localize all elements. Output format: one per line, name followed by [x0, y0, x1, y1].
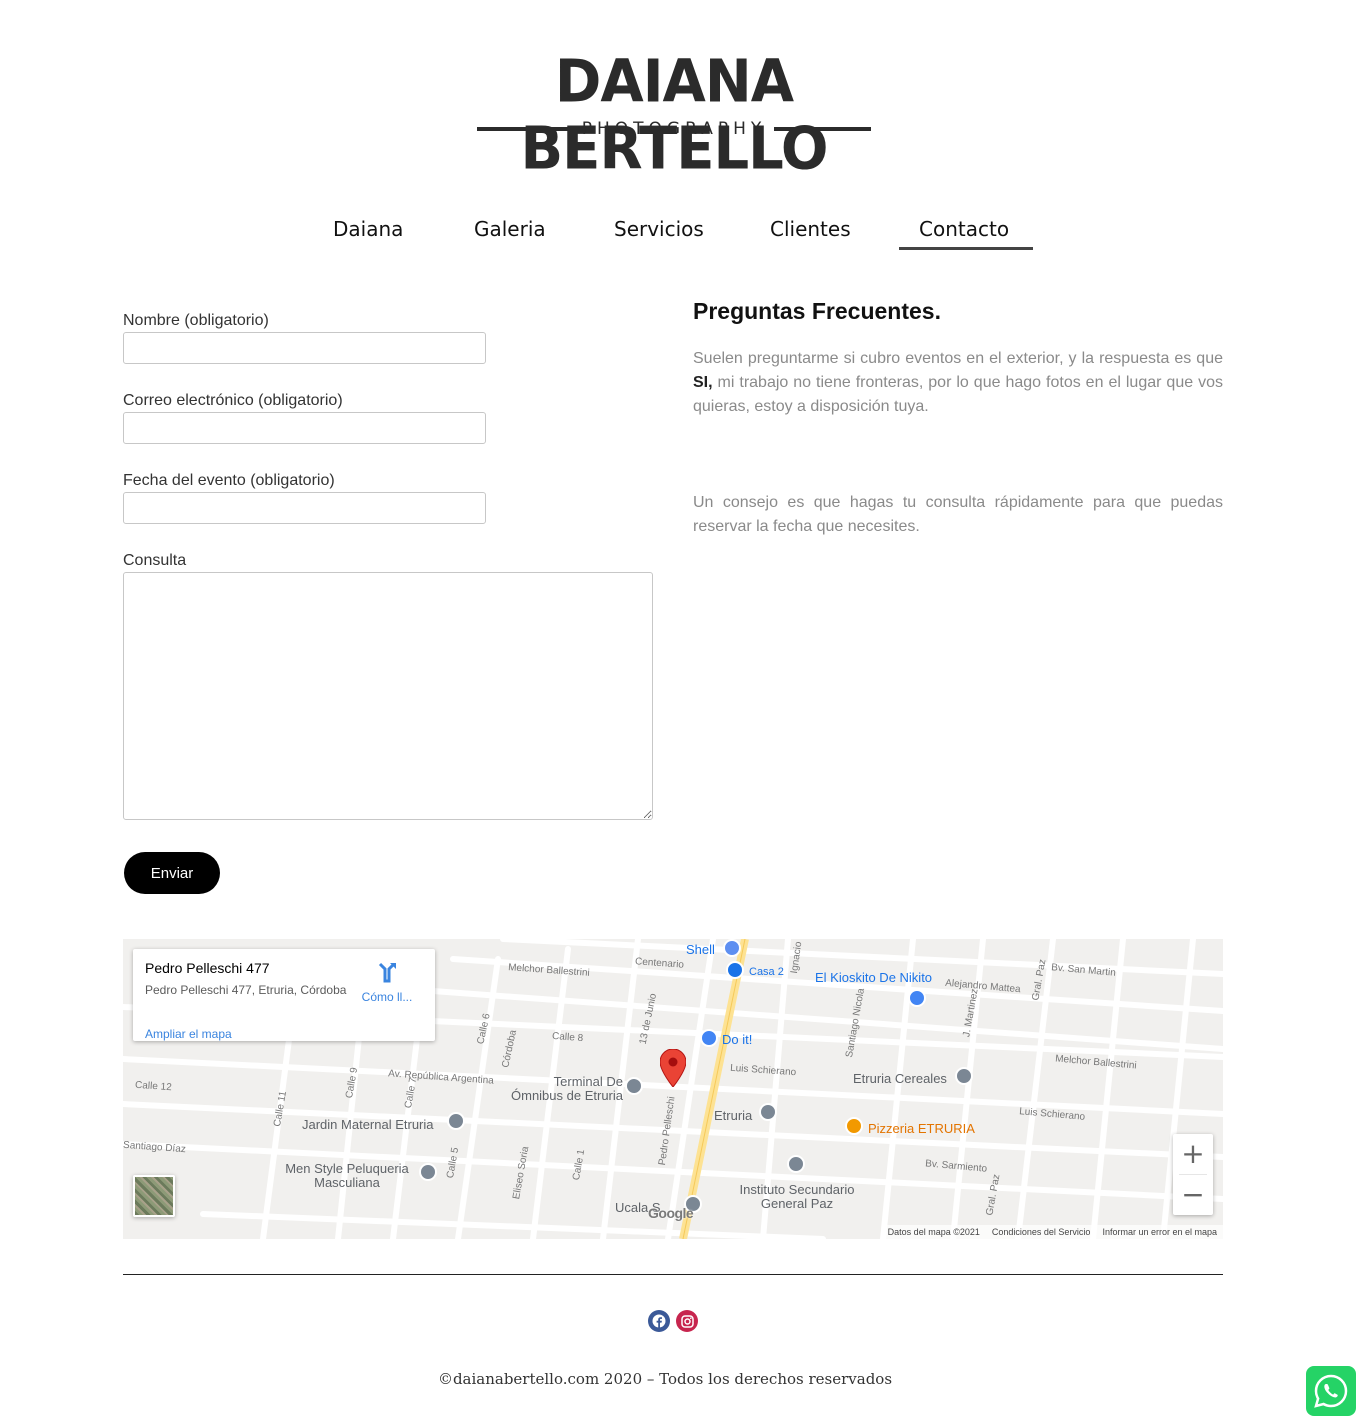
shopping-icon	[700, 1029, 718, 1047]
poi-etruria-cereales[interactable]: Etruria Cereales	[853, 1072, 947, 1086]
poi-el-kioskito[interactable]: El Kioskito De Nikito	[815, 971, 932, 985]
submit-button[interactable]: Enviar	[124, 852, 220, 894]
satellite-toggle[interactable]	[133, 1175, 175, 1217]
directions-button[interactable]: Cómo ll...	[359, 961, 415, 1005]
instagram-button[interactable]	[676, 1310, 698, 1332]
zoom-out-button[interactable]: −	[1173, 1175, 1213, 1215]
bus-icon	[625, 1077, 643, 1095]
logo-tagline-row: PHOTOGRAPHY	[477, 116, 871, 142]
poi-pizzeria[interactable]: Pizzeria ETRURIA	[868, 1122, 975, 1136]
faq-title: Preguntas Frecuentes.	[693, 298, 941, 324]
poi-men-style[interactable]: Men Style Peluqueria Masculiana	[278, 1162, 416, 1190]
message-textarea[interactable]	[123, 572, 653, 820]
faq-p1-text: Suelen preguntarme si cubro eventos en e…	[693, 350, 1223, 367]
fuel-icon	[723, 939, 741, 957]
map-info-card: Pedro Pelleschi 477 Pedro Pelleschi 477,…	[133, 949, 435, 1041]
logo-rule-right	[774, 127, 871, 131]
directions-icon	[378, 962, 396, 983]
poi-instituto[interactable]: Instituto Secundario General Paz	[723, 1183, 871, 1211]
poi-terminal[interactable]: Terminal De Ómnibus de Etruria	[503, 1075, 623, 1103]
whatsapp-icon	[1314, 1374, 1348, 1408]
street-label: Calle 8	[551, 1030, 584, 1045]
directions-label: Cómo ll...	[361, 990, 413, 1004]
site-logo[interactable]: DAIANA BERTELLO PHOTOGRAPHY	[425, 8, 923, 186]
facebook-button[interactable]	[648, 1310, 670, 1332]
message-label: Consulta	[123, 552, 187, 569]
poi-shell[interactable]: Shell	[686, 943, 715, 957]
restaurant-icon	[845, 1117, 863, 1135]
street-label: Calle 12	[134, 1079, 173, 1094]
faq-p1-text-rest: mi trabajo no tiene fronteras, por lo qu…	[693, 374, 1223, 415]
name-field[interactable]	[123, 332, 486, 364]
main-nav: Daiana Galeria Servicios Clientes Contac…	[0, 206, 1366, 256]
nav-item-galeria[interactable]: Galeria	[474, 216, 546, 242]
footer-divider	[123, 1274, 1223, 1275]
nav-item-servicios[interactable]: Servicios	[614, 216, 704, 242]
logo-tagline: PHOTOGRAPHY	[581, 119, 767, 139]
pin-icon	[759, 1103, 777, 1121]
instagram-icon	[680, 1314, 694, 1328]
email-field[interactable]	[123, 412, 486, 444]
event-date-field[interactable]	[123, 492, 486, 524]
terms-link[interactable]: Condiciones del Servicio	[992, 1226, 1091, 1238]
poi-casa-2[interactable]: Casa 2	[749, 965, 784, 979]
nav-item-contacto[interactable]: Contacto	[919, 216, 1009, 242]
pin-icon	[419, 1163, 437, 1181]
map-data-credit: Datos del mapa ©2021	[887, 1227, 980, 1237]
map-attribution: Datos del mapa ©2021 Condiciones del Ser…	[881, 1225, 1223, 1239]
whatsapp-button[interactable]	[1306, 1366, 1356, 1416]
pin-icon	[787, 1155, 805, 1173]
zoom-controls: + −	[1173, 1134, 1213, 1215]
nav-item-clientes[interactable]: Clientes	[770, 216, 851, 242]
logo-rule-left	[477, 127, 574, 131]
event-date-label: Fecha del evento (obligatorio)	[123, 472, 335, 489]
embedded-map[interactable]: Melchor Ballestrini Centenario Bv. San M…	[123, 939, 1223, 1239]
flag-icon	[726, 961, 744, 979]
pin-icon	[955, 1067, 973, 1085]
shopping-icon	[908, 989, 926, 1007]
poi-etruria[interactable]: Etruria	[714, 1109, 752, 1123]
poi-jardin[interactable]: Jardin Maternal Etruria	[302, 1118, 434, 1132]
place-address: Pedro Pelleschi 477, Etruria, Córdoba	[145, 983, 347, 997]
poi-do-it[interactable]: Do it!	[722, 1033, 752, 1047]
faq-paragraph-2: Un consejo es que hagas tu consulta rápi…	[693, 494, 1223, 535]
faq-p1-emphasis: SI,	[693, 374, 713, 391]
location-pin-icon[interactable]	[660, 1049, 686, 1087]
report-error-link[interactable]: Informar un error en el mapa	[1102, 1226, 1217, 1238]
nav-active-indicator	[899, 247, 1033, 250]
email-label: Correo electrónico (obligatorio)	[123, 392, 343, 409]
faq-paragraph-1: Suelen preguntarme si cubro eventos en e…	[693, 347, 1223, 419]
zoom-in-button[interactable]: +	[1173, 1134, 1213, 1174]
expand-map-link[interactable]: Ampliar el mapa	[145, 1027, 232, 1041]
place-title: Pedro Pelleschi 477	[145, 960, 270, 976]
google-logo: Google	[648, 1205, 694, 1221]
name-label: Nombre (obligatorio)	[123, 312, 269, 329]
facebook-icon	[652, 1314, 666, 1328]
school-icon	[447, 1112, 465, 1130]
copyright-text: ©daianabertello.com 2020 – Todos los der…	[437, 1370, 893, 1388]
nav-item-daiana[interactable]: Daiana	[333, 216, 403, 242]
